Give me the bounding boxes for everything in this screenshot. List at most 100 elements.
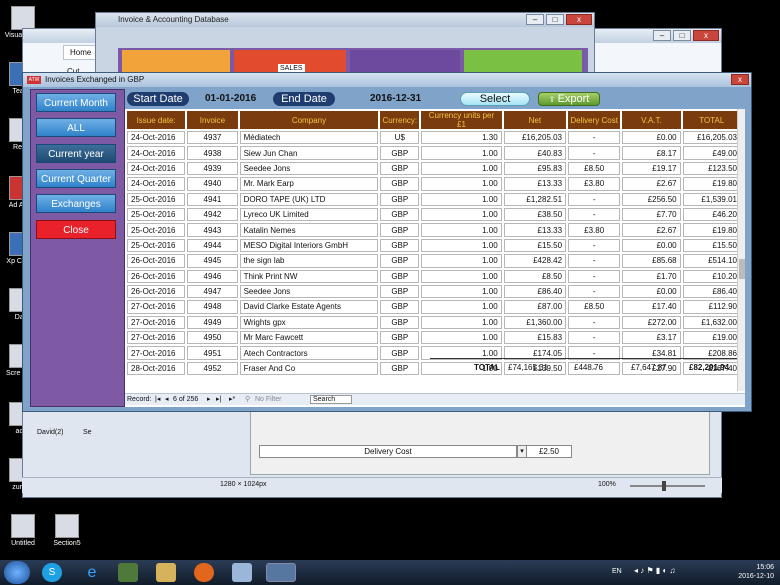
table-row[interactable]: 27-Oct-2016 4950 Mr Marc Fawcett GBP 1.00 £15…	[127, 331, 741, 345]
table-cell[interactable]: GBP	[380, 238, 420, 253]
table-cell[interactable]: 26-Oct-2016	[127, 254, 186, 268]
table-cell[interactable]: 25-Oct-2016	[127, 223, 186, 237]
table-cell[interactable]: Atech Contractors	[239, 346, 379, 360]
table-cell[interactable]: GBP	[380, 300, 420, 314]
table-row[interactable]: 24-Oct-2016 4939 Seedee Jons GBP 1.00 £95.83 £…	[127, 161, 741, 176]
table-cell[interactable]: 27-Oct-2016	[127, 315, 186, 330]
tray-icons[interactable]: ◂ ♪ ⚑ ▮ ◐ ♫	[634, 566, 676, 575]
table-cell[interactable]: £1,539.01	[682, 192, 741, 206]
table-cell[interactable]: GBP	[380, 346, 420, 360]
table-cell[interactable]: £13.33	[503, 177, 567, 191]
table-cell[interactable]: £112.90	[682, 300, 741, 314]
table-cell[interactable]: £38.50	[503, 207, 567, 222]
table-cell[interactable]: £17.40	[622, 300, 681, 314]
table-cell[interactable]: the sign lab	[239, 254, 379, 268]
table-cell[interactable]: GBP	[380, 331, 420, 345]
file-explorer-icon[interactable]	[156, 563, 176, 582]
table-cell[interactable]: Mr. Mark Earp	[239, 177, 379, 191]
table-cell[interactable]: £272.00	[622, 315, 681, 330]
table-cell[interactable]: 26-Oct-2016	[127, 269, 186, 283]
internet-explorer-icon[interactable]: e	[82, 563, 102, 582]
table-row[interactable]: 26-Oct-2016 4945 the sign lab GBP 1.00 £428.4…	[127, 254, 741, 268]
table-cell[interactable]: £15.83	[503, 331, 567, 345]
table-cell[interactable]: 4952	[187, 361, 238, 376]
table-cell[interactable]: £40.83	[503, 146, 567, 160]
table-cell[interactable]: GBP	[380, 269, 420, 283]
table-cell[interactable]: 1.00	[421, 207, 502, 222]
table-cell[interactable]: £0.00	[622, 238, 681, 253]
table-cell[interactable]: GBP	[380, 207, 420, 222]
zoom-slider[interactable]	[630, 485, 705, 487]
table-cell[interactable]: £1,360.00	[503, 315, 567, 330]
table-cell[interactable]: -	[568, 254, 621, 268]
table-cell[interactable]: 28-Oct-2016	[127, 361, 186, 376]
filter-icon[interactable]: ⚲	[245, 394, 250, 406]
table-cell[interactable]: 25-Oct-2016	[127, 207, 186, 222]
table-cell[interactable]: £1,632.00	[682, 315, 741, 330]
no-filter-label[interactable]: No Filter	[255, 394, 281, 406]
table-cell[interactable]: £15.50	[682, 238, 741, 253]
table-cell[interactable]: 4939	[187, 161, 238, 176]
table-cell[interactable]: 24-Oct-2016	[127, 146, 186, 160]
column-header[interactable]: Company	[239, 111, 379, 129]
tab-home[interactable]: Home	[63, 45, 99, 60]
table-cell[interactable]: -	[568, 269, 621, 283]
table-cell[interactable]: £10.20	[682, 269, 741, 283]
skype-icon[interactable]: S	[42, 563, 62, 582]
table-cell[interactable]: £428.42	[503, 254, 567, 268]
table-row[interactable]: 25-Oct-2016 4941 DORO TAPE (UK) LTD GBP 1.00…	[127, 192, 741, 206]
delivery-cost-value[interactable]: £2.50	[526, 445, 572, 458]
table-cell[interactable]: 1.00	[421, 223, 502, 237]
table-cell[interactable]: £3.80	[568, 177, 621, 191]
search-input[interactable]: Search	[310, 395, 352, 404]
table-cell[interactable]: £95.83	[503, 161, 567, 176]
current-year-button[interactable]: Current year	[36, 144, 116, 163]
table-cell[interactable]: -	[568, 238, 621, 253]
column-header[interactable]: Delivery Cost	[568, 111, 621, 129]
desktop-icon-untitled[interactable]: Untitled	[2, 514, 44, 548]
table-cell[interactable]: -	[568, 284, 621, 299]
table-cell[interactable]: 1.00	[421, 254, 502, 268]
table-cell[interactable]: David Clarke Estate Agents	[239, 300, 379, 314]
language-indicator[interactable]: EN	[612, 568, 622, 575]
table-cell[interactable]: £19.80	[682, 223, 741, 237]
select-button[interactable]: Select	[460, 92, 530, 106]
close-icon[interactable]: x	[731, 74, 749, 85]
table-cell[interactable]: 1.00	[421, 192, 502, 206]
table-cell[interactable]: MESO Digital Interiors GmbH	[239, 238, 379, 253]
first-record-icon[interactable]: |◂	[155, 394, 160, 406]
table-cell[interactable]: GBP	[380, 223, 420, 237]
table-cell[interactable]: 4949	[187, 315, 238, 330]
table-cell[interactable]: £49.00	[682, 146, 741, 160]
table-cell[interactable]: 4937	[187, 131, 238, 145]
table-cell[interactable]: 1.00	[421, 300, 502, 314]
table-cell[interactable]: 24-Oct-2016	[127, 161, 186, 176]
column-header[interactable]: Net	[503, 111, 567, 129]
minimize-button[interactable]: –	[653, 30, 671, 41]
table-cell[interactable]: £85.68	[622, 254, 681, 268]
table-cell[interactable]: DORO TAPE (UK) LTD	[239, 192, 379, 206]
table-cell[interactable]: Katalin Nemes	[239, 223, 379, 237]
table-cell[interactable]: -	[568, 315, 621, 330]
current-month-button[interactable]: Current Month	[36, 93, 116, 112]
zoom-slider-thumb[interactable]	[662, 481, 666, 491]
table-cell[interactable]: £19.17	[622, 161, 681, 176]
table-cell[interactable]: £3.17	[622, 331, 681, 345]
table-cell[interactable]: £15.50	[503, 238, 567, 253]
table-cell[interactable]: GBP	[380, 161, 420, 176]
table-cell[interactable]: £87.00	[503, 300, 567, 314]
start-date-value[interactable]: 01-01-2016	[205, 93, 256, 104]
record-position[interactable]: 6 of 256	[173, 394, 198, 406]
table-cell[interactable]: 1.00	[421, 315, 502, 330]
prev-record-icon[interactable]: ◂	[165, 394, 169, 406]
close-button[interactable]: Close	[36, 220, 116, 239]
table-cell[interactable]: Mr Marc Fawcett	[239, 331, 379, 345]
table-cell[interactable]: Wrights gpx	[239, 315, 379, 330]
table-cell[interactable]: -	[568, 331, 621, 345]
vertical-scrollbar[interactable]	[737, 109, 745, 391]
table-cell[interactable]: 27-Oct-2016	[127, 300, 186, 314]
table-cell[interactable]: £2.67	[622, 177, 681, 191]
table-cell[interactable]: 1.30	[421, 131, 502, 145]
table-cell[interactable]: Siew Jun Chan	[239, 146, 379, 160]
table-cell[interactable]: 1.00	[421, 331, 502, 345]
